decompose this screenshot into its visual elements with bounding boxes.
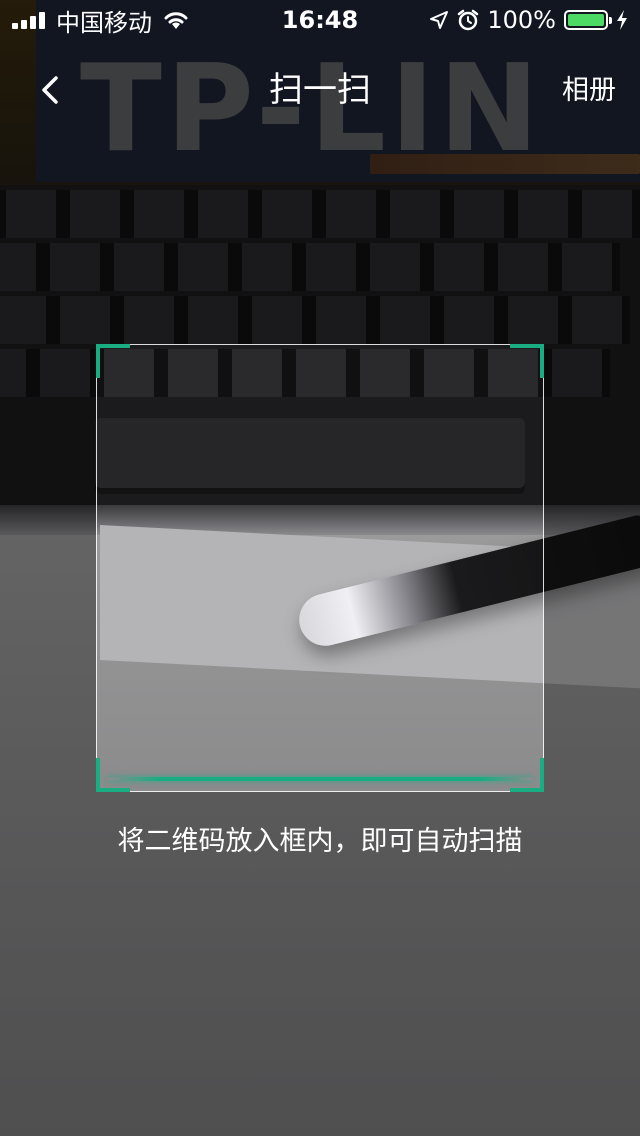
battery-cap	[609, 17, 612, 24]
page-title: 扫一扫	[269, 70, 371, 110]
scan-corner-bottom-right	[510, 758, 544, 792]
nav-bar: 扫一扫 相册	[0, 40, 640, 140]
scan-frame	[96, 344, 544, 792]
scan-hint: 将二维码放入框内，即可自动扫描	[117, 826, 523, 857]
battery-icon	[564, 10, 612, 30]
album-button[interactable]: 相册	[562, 74, 616, 108]
scan-corner-bottom-left	[96, 758, 130, 792]
scan-mask-right	[544, 344, 640, 792]
alarm-clock-icon	[458, 9, 479, 31]
location-arrow-icon	[430, 11, 449, 29]
battery-percent: 100%	[487, 6, 556, 34]
scan-line	[107, 777, 533, 781]
status-right: 100%	[421, 6, 628, 34]
status-bar: 中国移动 16:48 100%	[0, 0, 640, 40]
scan-corner-top-left	[96, 344, 130, 378]
scan-mask-left	[0, 344, 96, 792]
scanner-screen: TP-LIN 中国移动 16:48 100% 扫一扫 相册 将二维码放入框内，即…	[0, 0, 640, 1136]
scan-corner-top-right	[510, 344, 544, 378]
battery-fill	[568, 14, 604, 26]
charging-bolt-icon	[617, 10, 627, 30]
